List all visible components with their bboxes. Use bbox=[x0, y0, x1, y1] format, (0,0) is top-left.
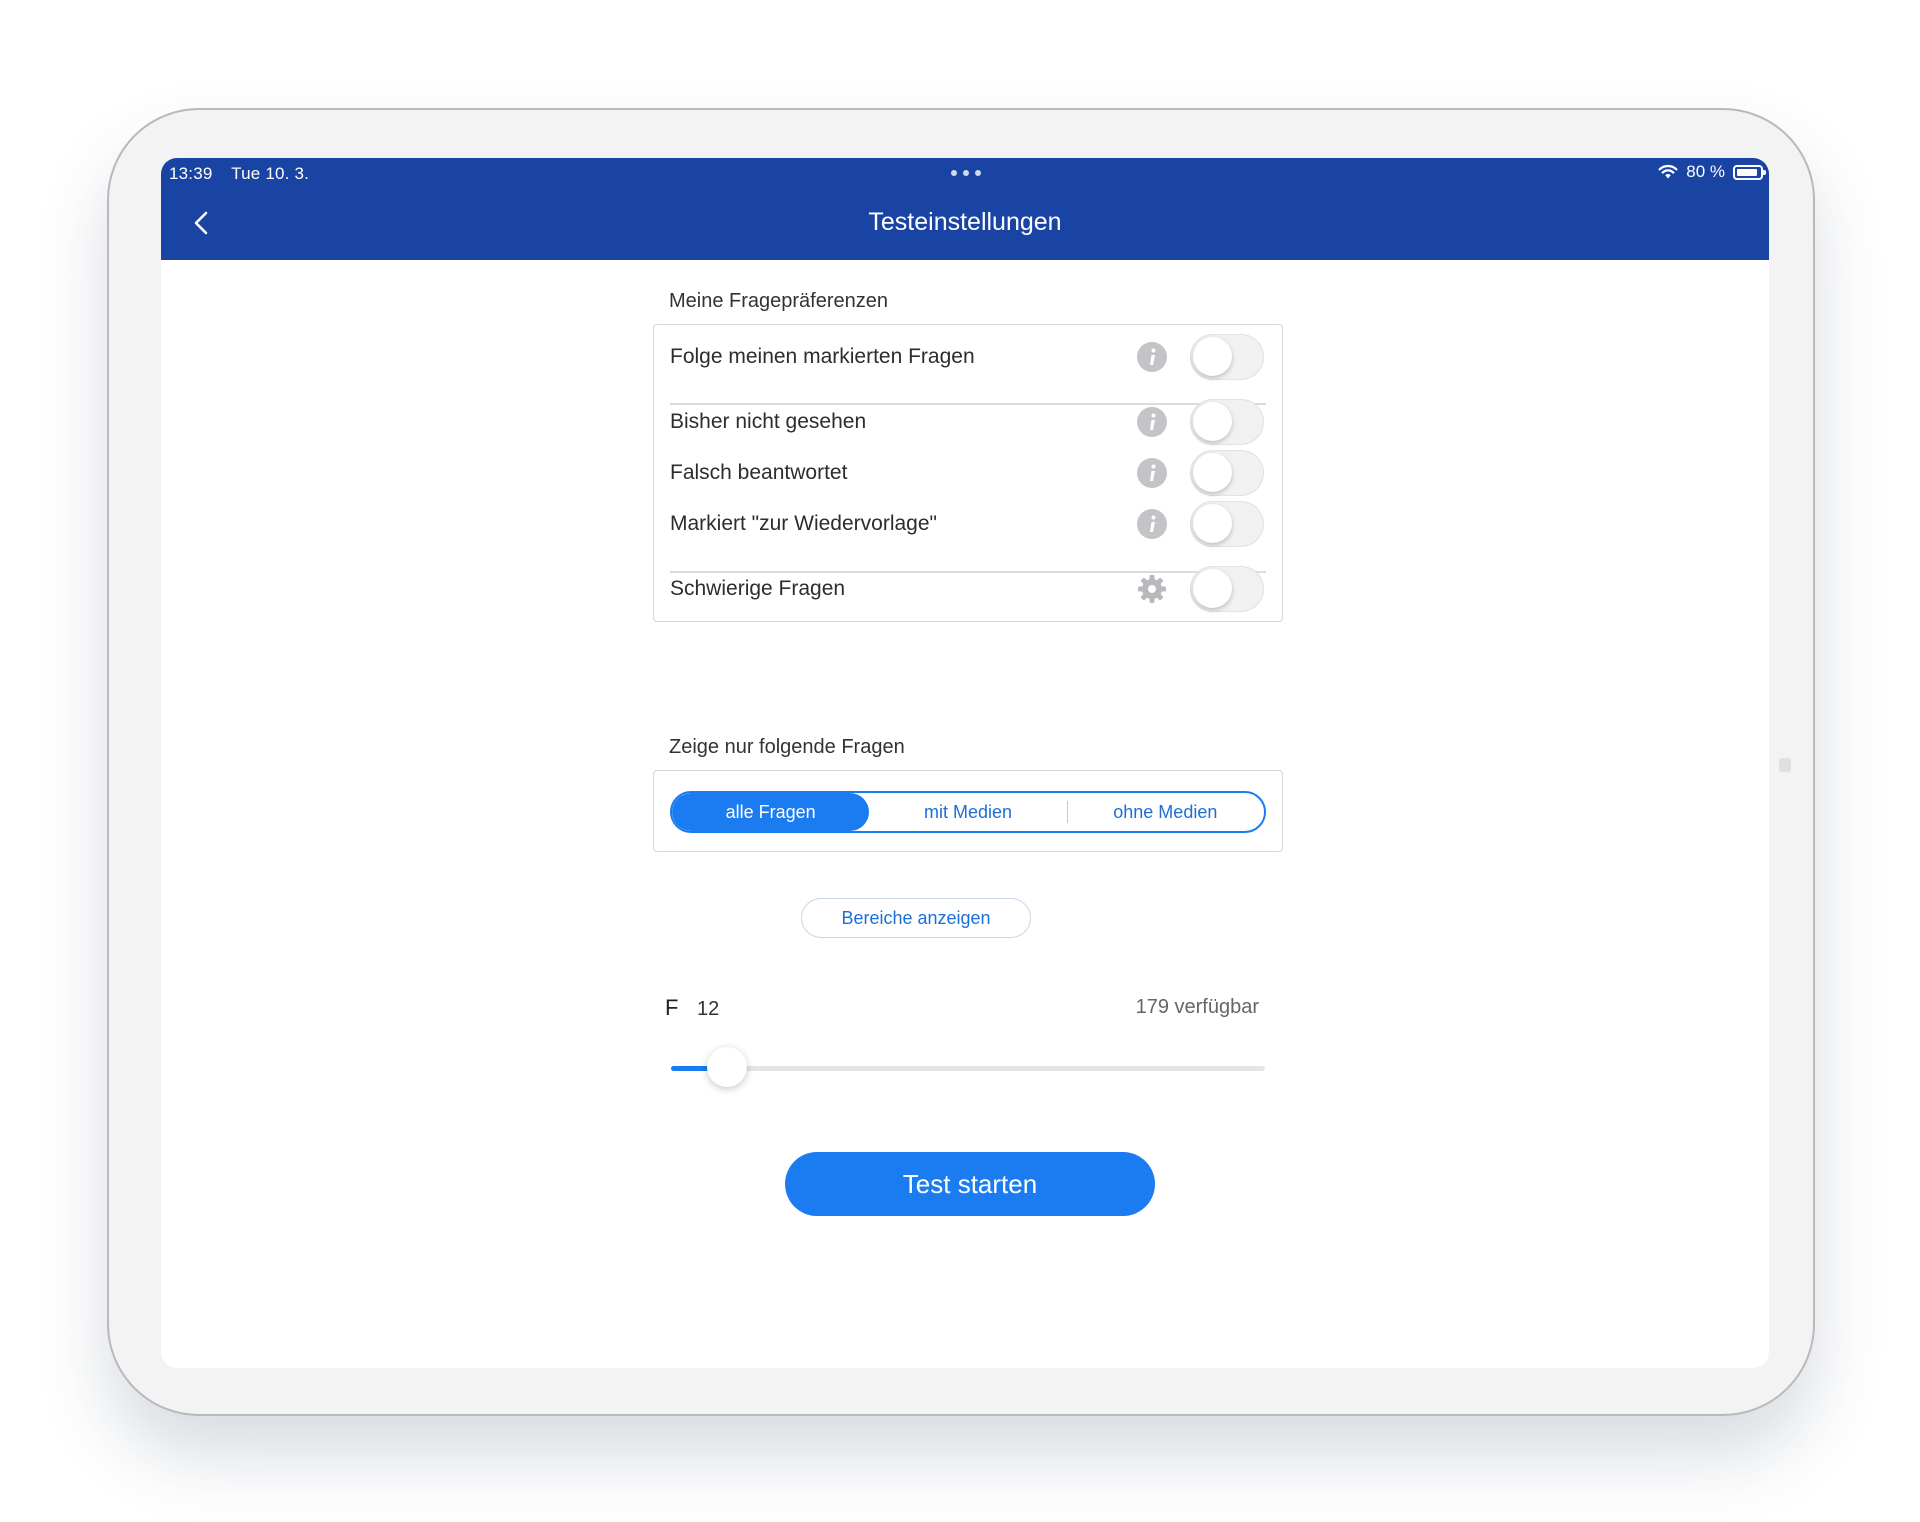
question-count-slider[interactable] bbox=[671, 1047, 1265, 1087]
preference-row-marked-questions: Folge meinen markierten Fragen bbox=[670, 327, 1266, 387]
toggle-answered-wrong[interactable] bbox=[1190, 450, 1264, 496]
status-date: Tue 10. 3. bbox=[231, 164, 310, 183]
navigation-bar: 13:39 Tue 10. 3. 80 % Testeinstellungen bbox=[161, 158, 1769, 260]
segment-with-media[interactable]: mit Medien bbox=[869, 793, 1066, 831]
question-count-label: F bbox=[665, 995, 679, 1020]
segment-all-questions[interactable]: alle Fragen bbox=[672, 793, 870, 831]
status-bar-right: 80 % bbox=[1658, 162, 1766, 182]
question-filter-segmented-control: alle Fragen mit Medien ohne Medien bbox=[670, 791, 1266, 833]
preference-label: Markiert "zur Wiedervorlage" bbox=[670, 512, 937, 535]
preference-label: Folge meinen markierten Fragen bbox=[670, 345, 975, 368]
side-button bbox=[1779, 758, 1791, 772]
screen: 13:39 Tue 10. 3. 80 % Testeinstellungen … bbox=[161, 158, 1769, 1368]
preference-label: Bisher nicht gesehen bbox=[670, 410, 867, 433]
filter-section-title: Zeige nur folgende Fragen bbox=[669, 736, 905, 758]
preferences-card: Folge meinen markierten Fragen Bisher ni… bbox=[653, 324, 1283, 622]
multitasking-dots-icon[interactable] bbox=[951, 170, 981, 176]
wifi-icon bbox=[1658, 164, 1678, 179]
start-test-button[interactable]: Test starten bbox=[785, 1152, 1155, 1216]
preference-label: Falsch beantwortet bbox=[670, 461, 848, 484]
preference-row-difficult-questions: Schwierige Fragen bbox=[670, 559, 1266, 619]
status-bar-left: 13:39 Tue 10. 3. bbox=[169, 164, 323, 184]
info-icon[interactable] bbox=[1136, 406, 1168, 438]
toggle-marked-questions[interactable] bbox=[1190, 334, 1264, 380]
preferences-section-title: Meine Fragepräferenzen bbox=[669, 290, 889, 312]
preference-row-resubmission: Markiert "zur Wiedervorlage" bbox=[670, 494, 1266, 554]
battery-icon bbox=[1733, 164, 1766, 180]
preference-label: Schwierige Fragen bbox=[670, 577, 846, 600]
slider-thumb[interactable] bbox=[707, 1047, 747, 1087]
segment-without-media[interactable]: ohne Medien bbox=[1066, 793, 1264, 831]
info-icon[interactable] bbox=[1136, 457, 1168, 489]
toggle-resubmission[interactable] bbox=[1190, 501, 1264, 547]
available-count: 179 verfügbar bbox=[1135, 996, 1259, 1018]
info-icon[interactable] bbox=[1136, 508, 1168, 540]
show-areas-button[interactable]: Bereiche anzeigen bbox=[801, 898, 1031, 938]
filter-card: alle Fragen mit Medien ohne Medien bbox=[653, 770, 1283, 852]
page-title: Testeinstellungen bbox=[868, 208, 1062, 236]
toggle-difficult-questions[interactable] bbox=[1190, 566, 1264, 612]
slider-fill bbox=[671, 1066, 711, 1071]
gear-icon[interactable] bbox=[1136, 573, 1168, 605]
tablet-frame: 13:39 Tue 10. 3. 80 % Testeinstellungen … bbox=[107, 108, 1815, 1416]
toggle-not-seen[interactable] bbox=[1190, 399, 1264, 445]
info-icon[interactable] bbox=[1136, 341, 1168, 373]
status-time: 13:39 bbox=[169, 164, 213, 183]
question-count-value: 12 bbox=[697, 998, 720, 1020]
battery-percentage: 80 % bbox=[1686, 162, 1725, 181]
